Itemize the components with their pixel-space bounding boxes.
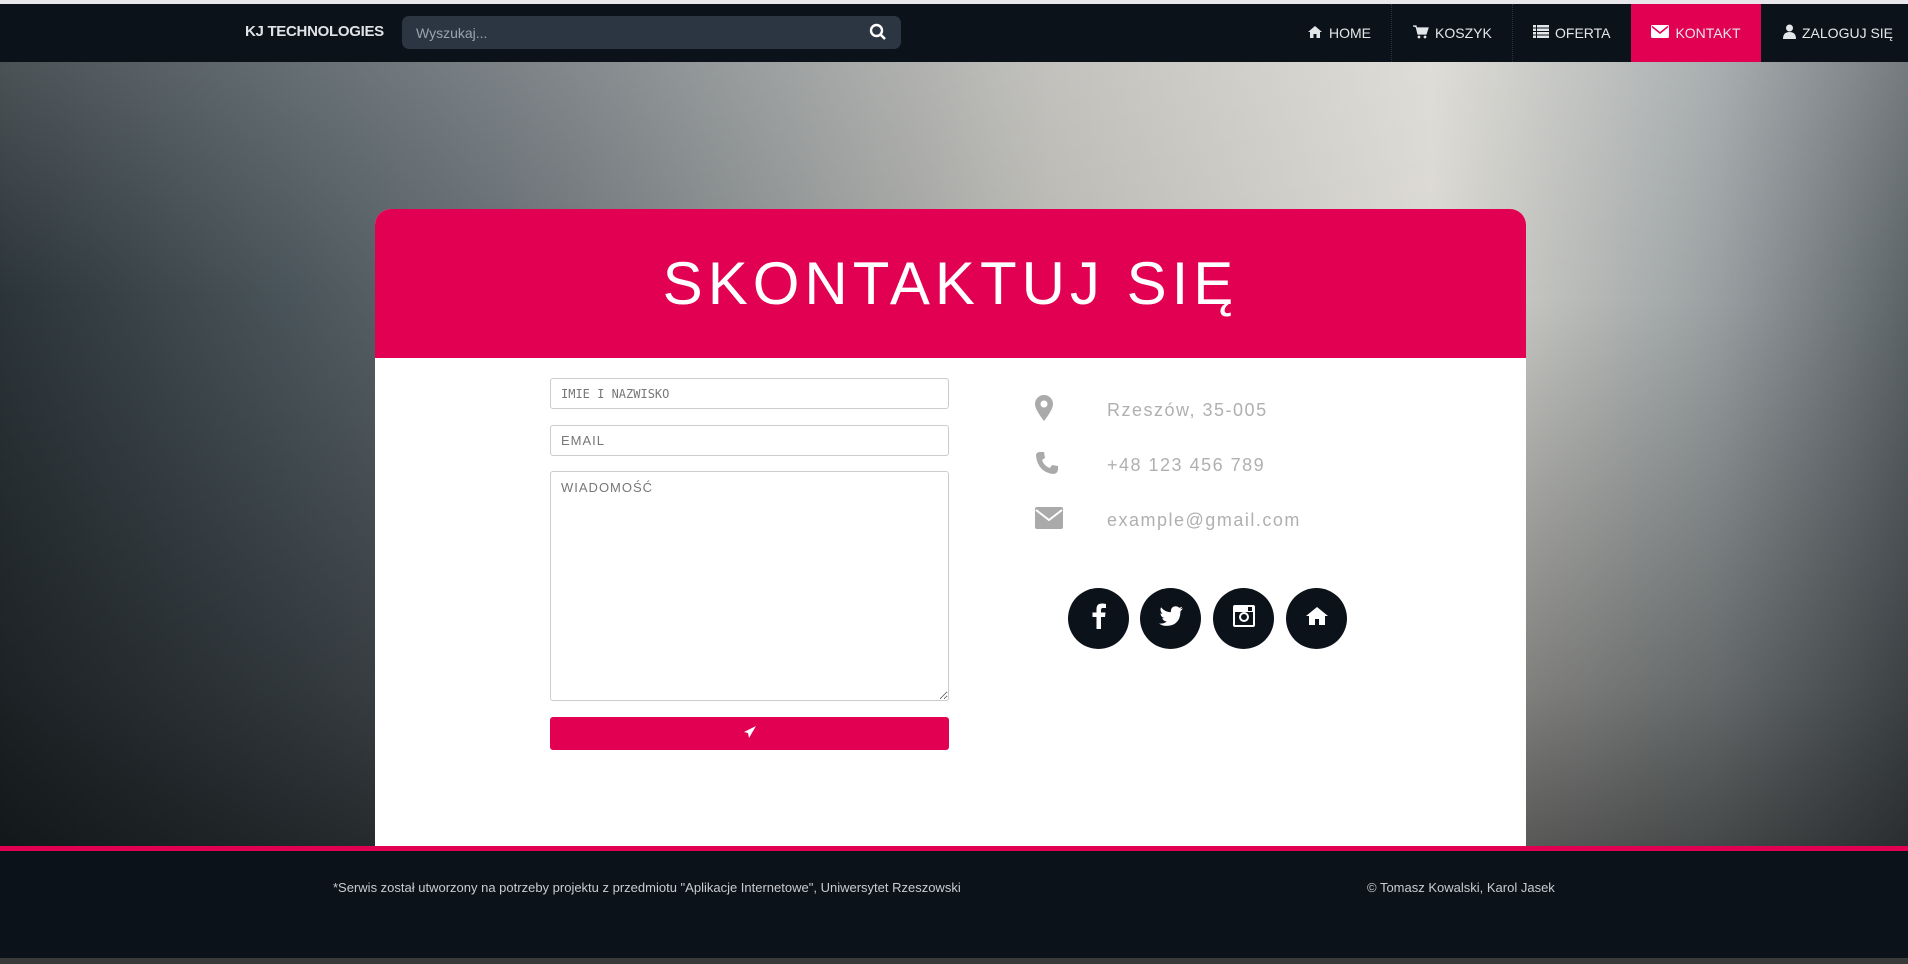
brand-logo[interactable]: KJ TECHNOLOGIES (245, 23, 384, 40)
phone-row: +48 123 456 789 (1035, 451, 1265, 480)
nav-login[interactable]: ZALOGUJ SIĘ (1783, 4, 1893, 62)
contact-card: SKONTAKTUJ SIĘ Rzeszów, 35-005 +48 123 4… (375, 209, 1526, 877)
twitter-icon (1158, 606, 1183, 631)
message-textarea[interactable] (550, 471, 949, 701)
name-input[interactable] (550, 378, 949, 409)
cart-icon (1413, 24, 1429, 42)
instagram-icon (1232, 605, 1255, 632)
envelope-icon (1035, 507, 1107, 534)
hero-background-office: SKONTAKTUJ SIĘ Rzeszów, 35-005 +48 123 4… (0, 62, 1908, 877)
footer: *Serwis został utworzony na potrzeby pro… (0, 851, 1908, 958)
nav-koszyk-label: KOSZYK (1435, 25, 1492, 41)
home-icon (1307, 25, 1323, 42)
footer-note: *Serwis został utworzony na potrzeby pro… (333, 880, 961, 895)
email-text: example@gmail.com (1107, 510, 1301, 530)
send-button[interactable] (550, 717, 949, 750)
email-row: example@gmail.com (1035, 507, 1301, 534)
contact-header: SKONTAKTUJ SIĘ (375, 209, 1526, 358)
nav-divider (1512, 4, 1513, 62)
search-input[interactable] (416, 16, 856, 49)
phone-text: +48 123 456 789 (1107, 455, 1266, 475)
nav-divider (1391, 4, 1392, 62)
facebook-icon (1092, 603, 1106, 634)
instagram-button[interactable] (1213, 588, 1274, 649)
nav-home-label: HOME (1329, 25, 1371, 41)
paper-plane-icon (743, 725, 757, 742)
nav-oferta[interactable]: OFERTA (1533, 4, 1611, 62)
phone-icon (1035, 451, 1107, 480)
nav-oferta-label: OFERTA (1555, 25, 1611, 41)
nav-login-label: ZALOGUJ SIĘ (1802, 25, 1894, 41)
navbar: KJ TECHNOLOGIES HOME KOSZYK OFERTA KONTA… (0, 4, 1908, 62)
search-icon[interactable] (869, 23, 887, 46)
address-row: Rzeszów, 35-005 (1035, 395, 1268, 426)
map-marker-icon (1035, 395, 1107, 426)
address-text: Rzeszów, 35-005 (1107, 400, 1268, 420)
user-icon (1783, 24, 1796, 42)
nav-home[interactable]: HOME (1307, 4, 1371, 62)
nav-kontakt[interactable]: KONTAKT (1631, 4, 1761, 62)
home-link-button[interactable] (1286, 588, 1347, 649)
nav-kontakt-label: KONTAKT (1675, 25, 1741, 41)
page-title: SKONTAKTUJ SIĘ (662, 250, 1239, 317)
envelope-icon (1651, 25, 1670, 41)
list-icon (1533, 25, 1549, 41)
home-icon (1305, 606, 1329, 631)
email-input[interactable] (550, 425, 949, 456)
bottom-strip (0, 958, 1908, 964)
footer-copyright: © Tomasz Kowalski, Karol Jasek (1367, 880, 1555, 895)
facebook-button[interactable] (1068, 588, 1129, 649)
search-box (402, 16, 901, 49)
twitter-button[interactable] (1140, 588, 1201, 649)
nav-koszyk[interactable]: KOSZYK (1413, 4, 1492, 62)
